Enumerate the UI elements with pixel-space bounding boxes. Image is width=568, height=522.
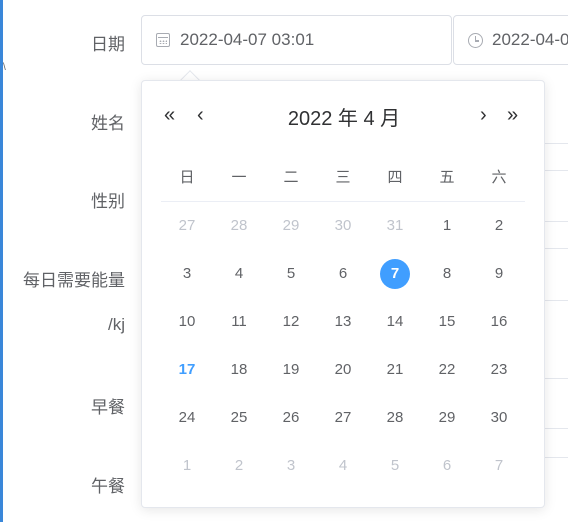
calendar-day-other-month[interactable]: 1 [172,451,202,481]
calendar-day[interactable]: 10 [172,307,202,337]
date-input[interactable]: 2022-04-07 03:01 [141,15,452,65]
window-left-edge: \ [0,0,6,522]
weekday-label: 五 [439,169,455,186]
calendar-day[interactable]: 17 [172,355,202,385]
name-input-edge[interactable] [543,170,568,171]
calendar-day[interactable]: 7 [380,259,410,289]
breakfast-input-edge[interactable] [543,378,568,379]
edge-mark: \ [3,62,6,73]
calendar-day[interactable]: 20 [328,355,358,385]
weekday-label: 二 [283,169,299,186]
calendar-day-other-month[interactable]: 31 [380,211,410,241]
weekday-label: 一 [231,169,247,186]
name-input-edge[interactable] [543,143,568,144]
calendar-day[interactable]: 14 [380,307,410,337]
calendar-day-other-month[interactable]: 5 [380,451,410,481]
calendar-icon [156,33,170,47]
calendar-day[interactable]: 16 [484,307,514,337]
calendar-day[interactable]: 2 [484,211,514,241]
next-year-button[interactable]: » [507,103,518,127]
date-picker-panel: « ‹ 2022 年 4 月 › » 日一二三四五六 27 28 29 30 31 1 2 3… [141,80,545,508]
calendar-day[interactable]: 12 [276,307,306,337]
calendar-day-other-month[interactable]: 4 [328,451,358,481]
calendar-day[interactable]: 22 [432,355,462,385]
lunch-input-edge[interactable] [543,457,568,458]
calendar-day[interactable]: 30 [484,403,514,433]
calendar-day[interactable]: 27 [328,403,358,433]
next-month-button[interactable]: › [480,103,487,127]
calendar-day[interactable]: 13 [328,307,358,337]
calendar-day[interactable]: 3 [172,259,202,289]
calendar-day[interactable]: 11 [224,307,254,337]
calendar-day[interactable]: 1 [432,211,462,241]
label-energy-unit: /kj [108,315,125,334]
calendar-day[interactable]: 26 [276,403,306,433]
weekday-label: 四 [387,169,403,186]
gender-input-edge[interactable] [543,221,568,222]
calendar-day-other-month[interactable]: 30 [328,211,358,241]
weekday-label: 六 [491,169,507,186]
calendar-day[interactable]: 8 [432,259,462,289]
calendar-day[interactable]: 25 [224,403,254,433]
calendar-day[interactable]: 4 [224,259,254,289]
gender-input-edge[interactable] [543,248,568,249]
calendar-day-other-month[interactable]: 2 [224,451,254,481]
clock-icon [468,33,483,48]
energy-input-edge[interactable] [543,300,568,301]
label-date: 日期 [91,35,125,54]
label-daily-energy: 每日需要能量 [23,271,125,290]
calendar-day[interactable]: 21 [380,355,410,385]
label-gender: 性别 [91,192,125,211]
calendar-day-other-month[interactable]: 3 [276,451,306,481]
calendar-day[interactable]: 29 [432,403,462,433]
time-input[interactable]: 2022-04-0 [453,15,568,65]
weekday-label: 日 [179,169,195,186]
calendar-day-other-month[interactable]: 27 [172,211,202,241]
calendar-day[interactable]: 24 [172,403,202,433]
time-input-value: 2022-04-0 [492,30,568,49]
calendar-day[interactable]: 18 [224,355,254,385]
date-input-value: 2022-04-07 03:01 [180,30,315,49]
label-name: 姓名 [91,114,125,133]
calendar-day[interactable]: 23 [484,355,514,385]
calendar-day-other-month[interactable]: 6 [432,451,462,481]
calendar-day[interactable]: 6 [328,259,358,289]
calendar-day-other-month[interactable]: 28 [224,211,254,241]
weekday-divider [161,201,525,202]
weekday-label: 三 [335,169,351,186]
calendar-day[interactable]: 28 [380,403,410,433]
calendar-day[interactable]: 9 [484,259,514,289]
breakfast-input-edge[interactable] [543,428,568,429]
calendar-day-other-month[interactable]: 29 [276,211,306,241]
calendar-day[interactable]: 5 [276,259,306,289]
calendar-day[interactable]: 15 [432,307,462,337]
weekday-header: 日一二三四五六 [161,166,525,188]
calendar-day[interactable]: 19 [276,355,306,385]
calendar-day-other-month[interactable]: 7 [484,451,514,481]
label-breakfast: 早餐 [91,398,125,417]
label-lunch: 午餐 [91,477,125,496]
